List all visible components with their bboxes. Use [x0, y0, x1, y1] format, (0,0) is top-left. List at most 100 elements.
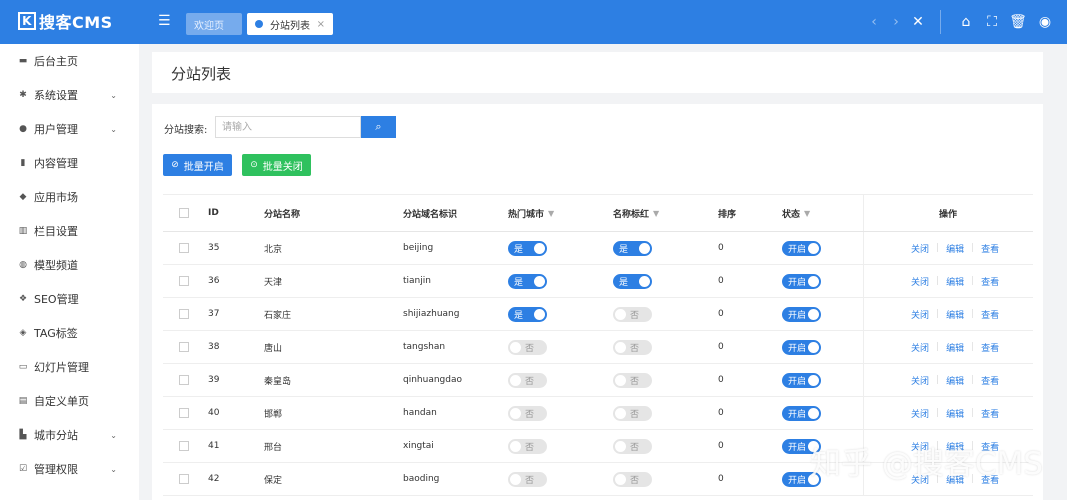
close-link[interactable]: 关闭: [911, 407, 929, 420]
toggle-knob: [510, 341, 521, 353]
row-checkbox[interactable]: [179, 276, 189, 286]
sidebar-item-custom-page[interactable]: ▤ 自定义单页: [0, 386, 139, 416]
sidebar-item-city-substation[interactable]: ▙ 城市分站 ⌄: [0, 420, 139, 450]
sidebar-item-app-market[interactable]: ◆ 应用市场: [0, 182, 139, 212]
close-link[interactable]: 关闭: [911, 242, 929, 255]
cell-order: 0: [718, 474, 724, 484]
search-input[interactable]: [215, 116, 361, 138]
close-link[interactable]: 关闭: [911, 275, 929, 288]
row-checkbox[interactable]: [179, 375, 189, 385]
name-red-toggle[interactable]: 否: [613, 438, 652, 454]
status-toggle[interactable]: 开启: [782, 240, 821, 256]
status-toggle[interactable]: 开启: [782, 405, 821, 421]
hot-city-toggle[interactable]: 是: [508, 240, 547, 256]
filter-icon[interactable]: ▼: [804, 209, 810, 218]
name-red-toggle[interactable]: 否: [613, 405, 652, 421]
view-link[interactable]: 查看: [981, 275, 999, 288]
trash-icon[interactable]: 🗑: [1008, 12, 1028, 32]
sidebar-item-content-management[interactable]: ▮ 内容管理: [0, 148, 139, 178]
sidebar-item-user-management[interactable]: ● 用户管理 ⌄: [0, 114, 139, 144]
name-red-toggle[interactable]: 否: [613, 306, 652, 322]
edit-link[interactable]: 编辑: [946, 275, 964, 288]
hot-city-toggle[interactable]: 否: [508, 438, 547, 454]
divider: [863, 397, 864, 429]
bulk-disable-button[interactable]: ⊙ 批量关闭: [242, 154, 311, 176]
tab-substation-list[interactable]: 分站列表 ×: [247, 13, 333, 35]
edit-link[interactable]: 编辑: [946, 308, 964, 321]
status-toggle-label: 开启: [788, 310, 807, 321]
view-link[interactable]: 查看: [981, 242, 999, 255]
close-tab-icon[interactable]: ×: [317, 19, 325, 30]
hot-city-toggle[interactable]: 否: [508, 405, 547, 421]
hot-city-toggle[interactable]: 是: [508, 273, 547, 289]
home-icon[interactable]: ⌂: [956, 12, 976, 32]
header-ops: 操作: [939, 209, 958, 220]
view-link[interactable]: 查看: [981, 407, 999, 420]
tab-welcome[interactable]: 欢迎页: [186, 13, 242, 35]
close-link[interactable]: 关闭: [911, 374, 929, 387]
menu-toggle-icon[interactable]: ☰: [158, 14, 172, 28]
view-link[interactable]: 查看: [981, 374, 999, 387]
sidebar-item-permissions[interactable]: ☑ 管理权限 ⌄: [0, 454, 139, 484]
sidebar-item-seo[interactable]: ❖ SEO管理: [0, 284, 139, 314]
sidebar-item-system-settings[interactable]: ✱ 系统设置 ⌄: [0, 80, 139, 110]
chevron-left-icon[interactable]: ‹: [864, 12, 884, 32]
user-avatar-icon[interactable]: ◉: [1035, 12, 1055, 32]
name-red-toggle-label: 否: [630, 310, 640, 321]
sidebar-item-column-settings[interactable]: ▥ 栏目设置: [0, 216, 139, 246]
row-checkbox[interactable]: [179, 309, 189, 319]
cell-domain: xingtai: [403, 441, 434, 451]
row-checkbox[interactable]: [179, 243, 189, 253]
separator: |: [936, 342, 940, 352]
status-toggle[interactable]: 开启: [782, 273, 821, 289]
row-checkbox[interactable]: [179, 441, 189, 451]
close-link[interactable]: 关闭: [911, 308, 929, 321]
columns-icon: ▥: [18, 226, 28, 236]
separator: |: [971, 408, 975, 418]
edit-link[interactable]: 编辑: [946, 374, 964, 387]
cell-domain: tianjin: [403, 276, 431, 286]
view-link[interactable]: 查看: [981, 341, 999, 354]
select-all-checkbox[interactable]: [179, 208, 189, 218]
name-red-toggle[interactable]: 否: [613, 339, 652, 355]
header-hot-city[interactable]: 热门城市 ▼: [508, 195, 554, 231]
hot-city-toggle[interactable]: 否: [508, 471, 547, 487]
edit-link[interactable]: 编辑: [946, 407, 964, 420]
name-red-toggle[interactable]: 是: [613, 273, 652, 289]
hot-city-toggle[interactable]: 否: [508, 372, 547, 388]
header-status[interactable]: 状态 ▼: [782, 195, 810, 231]
header-name-red[interactable]: 名称标红 ▼: [613, 195, 659, 231]
hot-city-toggle[interactable]: 否: [508, 339, 547, 355]
name-red-toggle[interactable]: 否: [613, 471, 652, 487]
sidebar-item-home[interactable]: ▬ 后台主页: [0, 46, 139, 76]
sidebar-item-label: 自定义单页: [34, 395, 89, 408]
row-checkbox[interactable]: [179, 342, 189, 352]
fullscreen-icon[interactable]: ⛶: [982, 12, 1002, 32]
filter-icon[interactable]: ▼: [548, 209, 554, 218]
name-red-toggle-label: 否: [630, 343, 640, 354]
edit-link[interactable]: 编辑: [946, 242, 964, 255]
sidebar-item-tag[interactable]: ◈ TAG标签: [0, 318, 139, 348]
filter-icon[interactable]: ▼: [653, 209, 659, 218]
edit-link[interactable]: 编辑: [946, 341, 964, 354]
toggle-knob: [510, 374, 521, 386]
cell-ops: 关闭 | 编辑 | 查看: [911, 265, 999, 297]
cube-icon: ◆: [19, 192, 27, 202]
close-all-icon[interactable]: ✕: [908, 12, 928, 32]
name-red-toggle[interactable]: 是: [613, 240, 652, 256]
separator: |: [936, 375, 940, 385]
bulk-enable-button[interactable]: ⊘ 批量开启: [163, 154, 232, 176]
view-link[interactable]: 查看: [981, 308, 999, 321]
sidebar-item-model-channel[interactable]: ◍ 模型频道: [0, 250, 139, 280]
sidebar-item-slides[interactable]: ▭ 幻灯片管理: [0, 352, 139, 382]
status-toggle[interactable]: 开启: [782, 339, 821, 355]
row-checkbox[interactable]: [179, 408, 189, 418]
close-link[interactable]: 关闭: [911, 341, 929, 354]
search-button[interactable]: ⌕: [361, 116, 396, 138]
hot-city-toggle[interactable]: 是: [508, 306, 547, 322]
row-checkbox[interactable]: [179, 474, 189, 484]
chevron-right-icon[interactable]: ›: [886, 12, 906, 32]
name-red-toggle[interactable]: 否: [613, 372, 652, 388]
status-toggle[interactable]: 开启: [782, 306, 821, 322]
status-toggle[interactable]: 开启: [782, 372, 821, 388]
